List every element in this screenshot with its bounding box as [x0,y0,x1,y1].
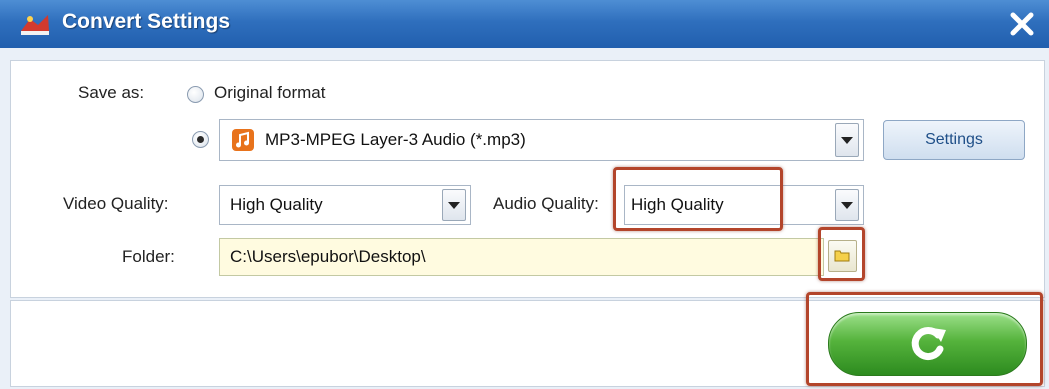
chevron-down-icon[interactable] [835,123,859,157]
radio-original-format[interactable] [187,86,204,103]
highlight-audio-quality [613,167,783,231]
radio-output-format[interactable] [192,131,209,148]
video-quality-value: High Quality [230,195,323,214]
window-title: Convert Settings [62,10,231,33]
settings-button[interactable]: Settings [883,120,1025,160]
format-value: MP3-MPEG Layer-3 Audio (*.mp3) [265,130,526,149]
video-quality-select[interactable]: High Quality [219,185,471,225]
folder-path-value: C:\Users\epubor\Desktop\ [230,247,426,266]
highlight-convert-button [806,292,1043,386]
title-bar: Convert Settings [0,0,1049,49]
music-note-icon [232,129,254,151]
highlight-browse-button [818,227,865,281]
folder-label: Folder: [122,247,175,266]
close-icon[interactable] [1006,9,1038,39]
folder-path-field[interactable]: C:\Users\epubor\Desktop\ [219,238,824,276]
chevron-down-icon[interactable] [835,189,859,221]
video-quality-label: Video Quality: [63,194,169,213]
save-as-label: Save as: [78,83,145,102]
chevron-down-icon[interactable] [442,189,466,221]
radio-selected-dot [197,136,204,143]
format-select[interactable]: MP3-MPEG Layer-3 Audio (*.mp3) [219,119,864,161]
app-logo-icon [21,15,49,35]
audio-quality-label: Audio Quality: [493,194,599,213]
original-format-label[interactable]: Original format [214,83,325,103]
